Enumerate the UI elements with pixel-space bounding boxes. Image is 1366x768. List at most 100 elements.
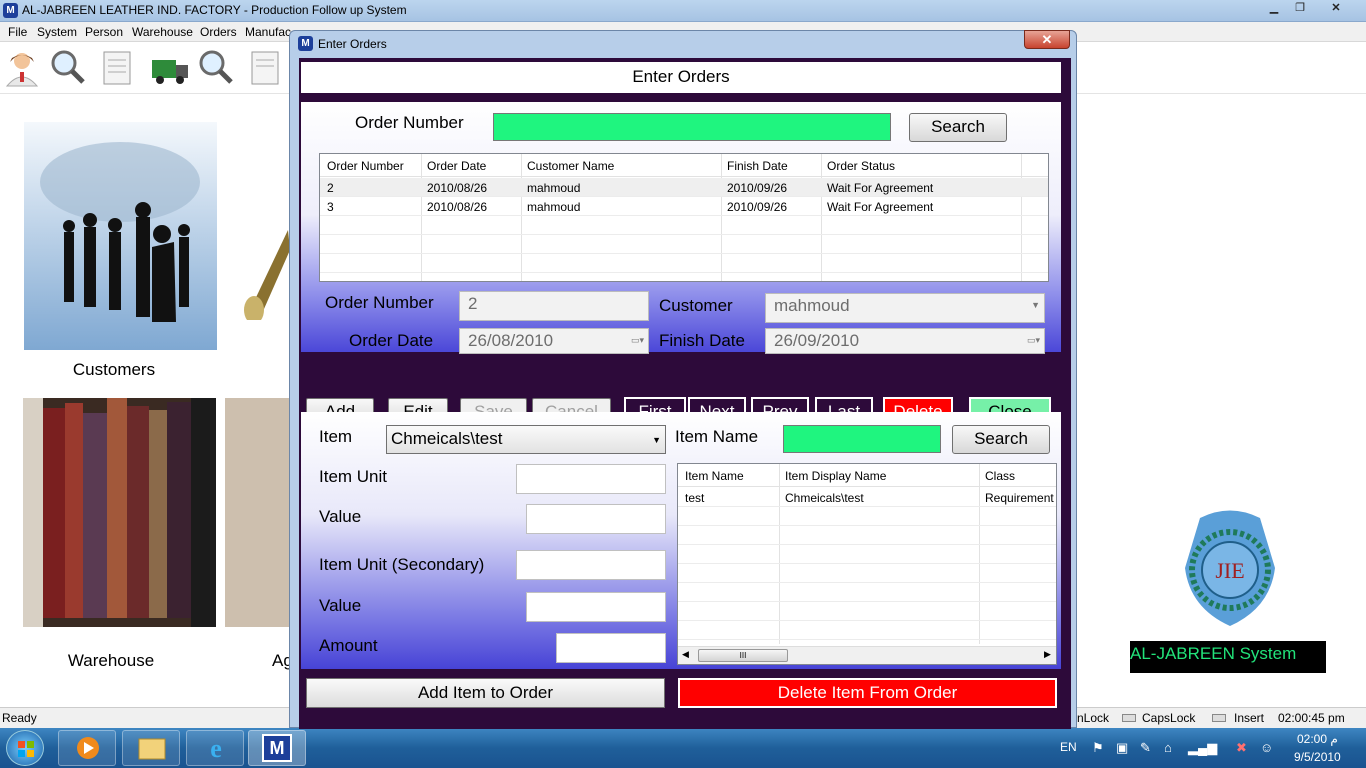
clock-time[interactable]: 02:00 م bbox=[1297, 732, 1338, 746]
cell-customer-name: mahmoud bbox=[527, 200, 581, 214]
menu-file[interactable]: File bbox=[8, 25, 27, 39]
table-row[interactable]: 3 2010/08/26 mahmoud 2010/09/26 Wait For… bbox=[320, 197, 1048, 216]
orders-grid[interactable]: Order Number Order Date Customer Name Fi… bbox=[319, 153, 1049, 282]
cell-finish-date: 2010/09/26 bbox=[727, 181, 788, 195]
order-search-button[interactable]: Search bbox=[909, 113, 1007, 142]
dialog-app-icon: M bbox=[298, 36, 313, 51]
enter-orders-dialog: M Enter Orders ✕ Enter Orders Order Numb… bbox=[289, 30, 1077, 729]
amount-input[interactable] bbox=[556, 633, 666, 663]
cell-order-number: 3 bbox=[327, 200, 334, 214]
tool-icon[interactable]: ✎ bbox=[1140, 740, 1151, 756]
antivirus-icon[interactable]: ✖ bbox=[1236, 740, 1247, 756]
menu-person[interactable]: Person bbox=[85, 25, 123, 39]
cell-customer-name: mahmoud bbox=[527, 181, 581, 195]
language-indicator[interactable]: EN bbox=[1060, 740, 1077, 754]
warehouse-tile-image[interactable] bbox=[23, 398, 216, 627]
explorer-taskbar-button[interactable] bbox=[122, 730, 180, 766]
insert-indicator-icon bbox=[1212, 714, 1226, 722]
dialog-title: Enter Orders bbox=[318, 37, 387, 51]
menu-orders[interactable]: Orders bbox=[200, 25, 237, 39]
cell-item-display-name: Chmeicals\test bbox=[785, 491, 864, 505]
status-icon[interactable]: ☺ bbox=[1260, 740, 1273, 755]
menu-warehouse[interactable]: Warehouse bbox=[132, 25, 193, 39]
search-icon[interactable] bbox=[196, 48, 236, 88]
table-row[interactable]: test Chmeicals\test Requirement bbox=[678, 488, 1056, 507]
item-select[interactable]: Chmeicals\test ▼ bbox=[386, 425, 666, 454]
table-row-empty bbox=[678, 564, 1056, 583]
column-header[interactable]: Order Number bbox=[327, 159, 404, 173]
search-icon[interactable] bbox=[48, 48, 88, 88]
document-icon[interactable] bbox=[246, 48, 286, 88]
scroll-left-icon[interactable]: ◀ bbox=[682, 649, 689, 660]
order-date-picker[interactable]: 26/08/2010 ▭▾ bbox=[459, 328, 649, 354]
item-unit-input[interactable] bbox=[516, 464, 666, 494]
capslock-indicator-icon bbox=[1122, 714, 1136, 722]
column-header[interactable]: Class bbox=[985, 469, 1015, 483]
customer-select[interactable]: mahmoud ▼ bbox=[765, 293, 1045, 323]
order-date-label: Order Date bbox=[349, 331, 434, 350]
document-icon[interactable] bbox=[98, 48, 138, 88]
delete-item-from-order-button[interactable]: Delete Item From Order bbox=[678, 678, 1057, 708]
app-icon: M bbox=[3, 3, 18, 18]
flag-icon[interactable]: ⚑ bbox=[1092, 740, 1104, 756]
clock-date[interactable]: 9/5/2010 bbox=[1294, 750, 1341, 764]
items-grid[interactable]: Item Name Item Display Name Class test C… bbox=[677, 463, 1057, 665]
truck-icon[interactable] bbox=[150, 48, 190, 88]
table-row-empty bbox=[678, 602, 1056, 621]
volume-icon[interactable]: ♪ bbox=[1212, 740, 1219, 755]
scroll-thumb[interactable]: III bbox=[698, 649, 788, 662]
leather-tile-image[interactable] bbox=[225, 398, 290, 627]
value-label: Value bbox=[319, 507, 362, 526]
chevron-down-icon: ▼ bbox=[1031, 300, 1040, 310]
network-icon[interactable]: ▣ bbox=[1116, 740, 1128, 756]
customers-tile-image[interactable] bbox=[24, 122, 217, 350]
orders-form: Enter Orders Order Number Search Order N… bbox=[299, 58, 1071, 729]
column-header[interactable]: Order Status bbox=[827, 159, 895, 173]
calendar-icon[interactable]: ▭▾ bbox=[1027, 335, 1040, 346]
scroll-right-icon[interactable]: ▶ bbox=[1044, 649, 1051, 660]
column-header[interactable]: Finish Date bbox=[727, 159, 788, 173]
value-input[interactable] bbox=[526, 504, 666, 534]
item-name-search-input[interactable] bbox=[783, 425, 941, 453]
menu-manufacturing[interactable]: Manufac bbox=[245, 25, 291, 39]
calendar-icon[interactable]: ▭▾ bbox=[631, 335, 644, 346]
media-player-taskbar-button[interactable] bbox=[58, 730, 116, 766]
column-header[interactable]: Customer Name bbox=[527, 159, 614, 173]
item-unit-secondary-input[interactable] bbox=[516, 550, 666, 580]
search-order-number-input[interactable] bbox=[493, 113, 891, 141]
warehouse-caption[interactable]: Warehouse bbox=[23, 651, 199, 671]
app-close-button[interactable]: ✕ bbox=[1314, 1, 1358, 17]
menu-system[interactable]: System bbox=[37, 25, 77, 39]
cell-item-name: test bbox=[685, 491, 705, 505]
order-number-field[interactable]: 2 bbox=[459, 291, 649, 321]
status-numlock: nLock bbox=[1077, 711, 1110, 725]
pen-tile-image[interactable] bbox=[240, 220, 290, 324]
person-icon[interactable] bbox=[2, 48, 42, 88]
dialog-close-button[interactable]: ✕ bbox=[1024, 30, 1070, 49]
chevron-down-icon: ▼ bbox=[652, 435, 661, 445]
finish-date-picker[interactable]: 26/09/2010 ▭▾ bbox=[765, 328, 1045, 354]
cell-order-date: 2010/08/26 bbox=[427, 200, 488, 214]
restore-button[interactable]: ❐ bbox=[1288, 1, 1312, 17]
column-header[interactable]: Order Date bbox=[427, 159, 486, 173]
horizontal-scrollbar[interactable]: ◀ III ▶ bbox=[678, 646, 1056, 664]
internet-explorer-taskbar-button[interactable]: e bbox=[186, 730, 244, 766]
customers-caption[interactable]: Customers bbox=[24, 360, 204, 380]
start-button[interactable] bbox=[6, 730, 44, 766]
table-row-empty bbox=[320, 216, 1048, 235]
minimize-button[interactable]: ▁ bbox=[1262, 1, 1286, 17]
add-item-to-order-button[interactable]: Add Item to Order bbox=[306, 678, 665, 708]
value-secondary-label: Value bbox=[319, 596, 362, 615]
column-header[interactable]: Item Display Name bbox=[785, 469, 886, 483]
value-secondary-input[interactable] bbox=[526, 592, 666, 622]
table-row-empty bbox=[678, 526, 1056, 545]
item-unit-secondary-label: Item Unit (Secondary) bbox=[319, 555, 485, 574]
table-row[interactable]: 2 2010/08/26 mahmoud 2010/09/26 Wait For… bbox=[320, 178, 1048, 197]
taskbar: e M EN ⚑ ▣ ✎ ⌂ ▂▄▆ ♪ ✖ ☺ 02:00 م 9/5/201… bbox=[0, 728, 1366, 768]
column-header[interactable]: Item Name bbox=[685, 469, 744, 483]
table-row-empty bbox=[678, 507, 1056, 526]
app-taskbar-button[interactable]: M bbox=[248, 730, 306, 766]
item-search-button[interactable]: Search bbox=[952, 425, 1050, 454]
cell-order-number: 2 bbox=[327, 181, 334, 195]
usb-icon[interactable]: ⌂ bbox=[1164, 740, 1172, 755]
